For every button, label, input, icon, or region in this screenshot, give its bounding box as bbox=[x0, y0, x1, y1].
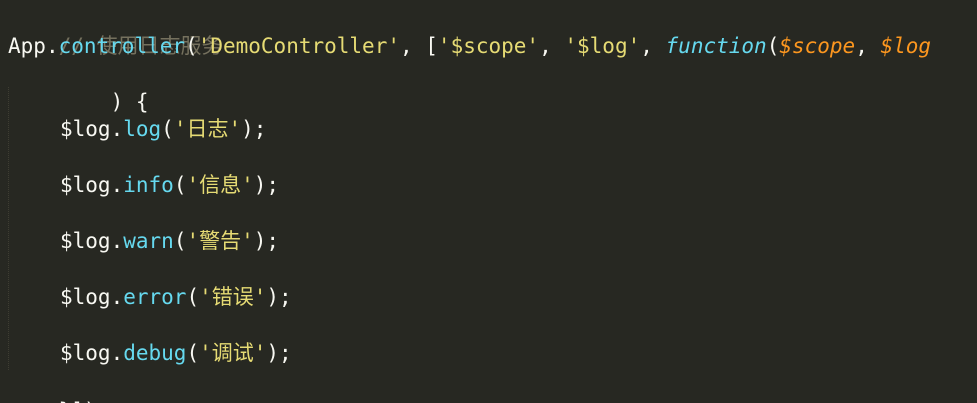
dot-token: . bbox=[110, 173, 124, 197]
close-statement-token: ); bbox=[253, 229, 280, 253]
debug-method: debug bbox=[123, 341, 187, 365]
log-argument-string: '日志' bbox=[173, 117, 242, 141]
closing-brackets: }]); bbox=[59, 399, 110, 403]
open-paren-token: ( bbox=[173, 173, 187, 197]
log-object: $log bbox=[60, 173, 111, 197]
code-line-controller-declaration: App.controller('DemoController', ['$scop… bbox=[8, 32, 931, 60]
log-parameter: $log bbox=[880, 34, 932, 58]
app-object: App bbox=[8, 34, 46, 58]
close-statement-token: ); bbox=[266, 285, 292, 309]
function-keyword: function bbox=[665, 34, 767, 58]
close-statement-token: ); bbox=[241, 117, 267, 141]
warn-method: warn bbox=[123, 229, 174, 253]
code-line-warn-call: $log.warn('警告'); bbox=[60, 227, 279, 255]
open-paren-token: ( bbox=[186, 341, 200, 365]
separator-token: , bbox=[640, 34, 666, 58]
open-paren-token: ( bbox=[185, 34, 198, 58]
log-method: log bbox=[123, 117, 162, 141]
log-dependency-string: '$log' bbox=[564, 34, 641, 58]
controller-name-string: 'DemoController' bbox=[197, 34, 400, 58]
code-line-comment: // 使用日志服务 bbox=[8, 4, 223, 58]
warn-argument-string: '警告' bbox=[186, 229, 254, 253]
open-paren-token: ( bbox=[186, 285, 200, 309]
code-line-error-call: $log.error('错误'); bbox=[60, 283, 292, 311]
separator-token: , [ bbox=[399, 34, 438, 58]
code-line-wrapped-continuation: ) { bbox=[60, 60, 149, 114]
code-line-debug-call: $log.debug('调试'); bbox=[60, 339, 292, 367]
open-paren-token: ( bbox=[766, 34, 780, 58]
log-object: $log bbox=[60, 341, 111, 365]
close-statement-token: ); bbox=[266, 341, 292, 365]
log-object: $log bbox=[60, 229, 111, 253]
controller-method: controller bbox=[58, 34, 186, 58]
indent-guide bbox=[8, 87, 9, 370]
dot-token: . bbox=[110, 117, 124, 141]
info-method: info bbox=[123, 173, 174, 197]
log-object: $log bbox=[60, 285, 111, 309]
close-statement-token: ); bbox=[253, 173, 280, 197]
dot-token: . bbox=[110, 285, 124, 309]
error-argument-string: '错误' bbox=[199, 285, 267, 309]
separator-token: , bbox=[855, 34, 881, 58]
error-method: error bbox=[123, 285, 187, 309]
open-paren-token: ( bbox=[173, 229, 187, 253]
open-paren-token: ( bbox=[161, 117, 174, 141]
scope-dependency-string: '$scope' bbox=[437, 34, 540, 58]
dot-token: . bbox=[110, 229, 124, 253]
function-body-open: ) { bbox=[110, 90, 149, 114]
scope-parameter: $scope bbox=[779, 34, 856, 58]
dot-token: . bbox=[45, 34, 59, 58]
code-line-closing: }]); bbox=[8, 369, 110, 403]
debug-argument-string: '调试' bbox=[199, 341, 267, 365]
dot-token: . bbox=[110, 341, 124, 365]
code-editor[interactable]: // 使用日志服务 App.controller('DemoController… bbox=[0, 0, 977, 403]
info-argument-string: '信息' bbox=[186, 173, 254, 197]
separator-token: , bbox=[539, 34, 565, 58]
code-line-info-call: $log.info('信息'); bbox=[60, 171, 279, 199]
log-object: $log bbox=[60, 117, 111, 141]
code-line-log-call: $log.log('日志'); bbox=[60, 115, 266, 143]
